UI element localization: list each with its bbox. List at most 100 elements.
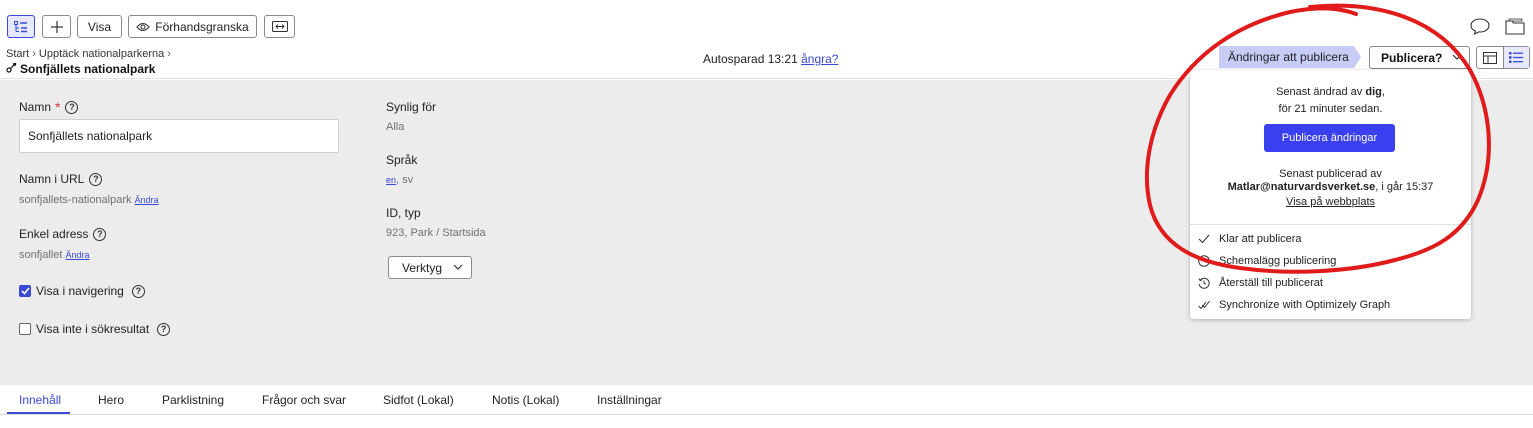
page-title-text: Sonfjällets nationalpark — [20, 62, 156, 76]
breadcrumb-item[interactable]: Start — [6, 48, 29, 60]
view-on-site-line: Visa på webbplats — [1190, 196, 1471, 208]
url-name-value: sonfjallets-nationalpark Ändra — [19, 194, 159, 206]
last-published-by: Matlar@naturvardsverket.se — [1227, 181, 1376, 193]
help-icon[interactable]: ? — [157, 322, 171, 336]
language-label-text: Språk — [386, 153, 418, 167]
name-input[interactable]: Sonfjällets nationalpark — [19, 119, 339, 153]
undo-link[interactable]: ångra? — [801, 52, 838, 66]
assets-panel-icon[interactable] — [1505, 18, 1525, 38]
compare-icon — [271, 21, 288, 32]
id-type-value: 923, Park / Startsida — [386, 227, 486, 239]
autosave-text: Autosparad 13:21 — [703, 52, 798, 66]
comments-icon[interactable] — [1470, 18, 1490, 38]
tab-innehall[interactable]: Innehåll — [19, 393, 61, 407]
name-field-label: Namn * ? — [19, 99, 79, 115]
language-label: Språk — [386, 153, 417, 167]
publish-menu: Senast ändrad av dig, för 21 minuter sed… — [1190, 70, 1471, 319]
content-tabs: Innehåll Hero Parklistning Frågor och sv… — [0, 385, 1533, 415]
last-changed-line: Senast ändrad av dig, — [1190, 86, 1471, 98]
tools-dropdown-button[interactable]: Verktyg — [388, 256, 472, 279]
visible-for-label-text: Synlig för — [386, 100, 437, 114]
breadcrumb: Start › Upptäck nationalparkerna › — [6, 48, 171, 60]
clock-icon — [1198, 255, 1210, 267]
menu-item-label: Schemalägg publicering — [1219, 255, 1337, 267]
id-type-label: ID, typ — [386, 206, 421, 220]
tab-hero[interactable]: Hero — [98, 393, 124, 407]
preview-button[interactable]: Förhandsgranska — [128, 15, 257, 38]
compare-button[interactable] — [264, 15, 295, 38]
change-url-link[interactable]: Ändra — [135, 195, 159, 205]
show-in-navigation-checkbox[interactable]: Visa i navigering ? — [19, 284, 145, 298]
checkbox-unchecked[interactable] — [19, 323, 31, 335]
help-icon[interactable]: ? — [65, 100, 79, 114]
simple-address-value-text: sonfjallet — [19, 249, 63, 261]
history-icon — [1198, 277, 1210, 289]
tab-installningar[interactable]: Inställningar — [597, 393, 662, 407]
changes-status-pill: Ändringar att publicera — [1219, 46, 1361, 68]
last-changed-by: dig — [1365, 86, 1382, 98]
layout-toggle — [1476, 46, 1530, 69]
url-name-label-text: Namn i URL — [19, 172, 85, 186]
tab-fragor-och-svar[interactable]: Frågor och svar — [262, 393, 346, 407]
simple-address-value: sonfjallet Ändra — [19, 249, 90, 261]
tools-button-label: Verktyg — [402, 260, 443, 275]
language-en-link[interactable]: en — [386, 175, 396, 185]
last-changed-time: för 21 minuter sedan. — [1278, 103, 1383, 115]
menu-item-label: Synchronize with Optimizely Graph — [1219, 299, 1391, 311]
menu-item-ready-to-publish[interactable]: Klar att publicera — [1198, 233, 1302, 245]
change-simple-address-link[interactable]: Ändra — [65, 250, 89, 260]
menu-item-label: Återställ till publicerat — [1219, 277, 1323, 289]
publish-dropdown-button[interactable]: Publicera? — [1369, 46, 1470, 69]
page-tree-toggle-button[interactable] — [7, 15, 35, 38]
preview-button-label: Förhandsgranska — [155, 19, 249, 34]
publish-changes-label: Publicera ändringar — [1281, 132, 1378, 144]
checkbox-checked[interactable] — [19, 285, 31, 297]
publish-button-label: Publicera? — [1381, 50, 1443, 65]
show-in-navigation-label: Visa i navigering — [36, 284, 124, 298]
help-icon[interactable]: ? — [93, 227, 107, 241]
page-title: Sonfjällets nationalpark — [6, 62, 155, 76]
name-input-value: Sonfjällets nationalpark — [28, 129, 153, 143]
help-icon[interactable]: ? — [131, 284, 145, 298]
tab-sidfot[interactable]: Sidfot (Lokal) — [383, 393, 454, 407]
plus-icon — [50, 20, 63, 33]
tab-parklistning[interactable]: Parklistning — [162, 393, 224, 407]
chevron-right-icon: › — [167, 48, 171, 60]
add-button[interactable] — [42, 15, 71, 38]
last-published-label: Senast publicerad av — [1279, 168, 1382, 180]
url-name-label: Namn i URL ? — [19, 172, 103, 186]
view-button-label: Visa — [87, 19, 112, 34]
last-published-line: Matlar@naturvardsverket.se, i går 15:37 — [1190, 181, 1471, 193]
chevron-down-icon — [1451, 51, 1463, 66]
hide-in-search-label: Visa inte i sökresultat — [36, 322, 150, 336]
help-icon[interactable]: ? — [89, 172, 103, 186]
menu-item-schedule-publish[interactable]: Schemalägg publicering — [1198, 255, 1336, 267]
last-changed-suffix: , — [1381, 86, 1385, 98]
language-value: en, sv — [386, 174, 413, 186]
view-button[interactable]: Visa — [77, 15, 122, 38]
breadcrumb-item[interactable]: Upptäck nationalparkerna — [39, 48, 164, 60]
tab-notis[interactable]: Notis (Lokal) — [492, 393, 559, 407]
park-page-icon — [6, 62, 17, 76]
double-check-icon — [1198, 300, 1210, 311]
page-tree-icon — [14, 20, 28, 33]
url-name-value-text: sonfjallets-nationalpark — [19, 194, 132, 206]
hide-in-search-checkbox[interactable]: Visa inte i sökresultat ? — [19, 322, 171, 336]
layout-panel-icon[interactable] — [1477, 47, 1503, 68]
chevron-right-icon: › — [32, 48, 36, 60]
menu-item-revert-to-published[interactable]: Återställ till publicerat — [1198, 277, 1323, 289]
top-toolbar: Visa Förhandsgranska — [0, 0, 1533, 44]
visible-for-label: Synlig för — [386, 100, 436, 114]
list-view-icon[interactable] — [1502, 47, 1529, 68]
publish-changes-button[interactable]: Publicera ändringar — [1264, 124, 1395, 152]
autosave-status: Autosparad 13:21 ångra? — [703, 52, 838, 66]
simple-address-label-text: Enkel adress — [19, 227, 89, 241]
last-changed-prefix: Senast ändrad av — [1276, 86, 1366, 98]
menu-item-synchronize-graph[interactable]: Synchronize with Optimizely Graph — [1198, 299, 1390, 311]
visible-for-value: Alla — [386, 121, 405, 133]
changes-status-text: Ändringar att publicera — [1228, 50, 1349, 64]
checkmark-icon — [1198, 234, 1210, 244]
view-on-site-link[interactable]: Visa på webbplats — [1286, 196, 1375, 208]
last-published-time: , i går 15:37 — [1375, 181, 1434, 193]
name-label-text: Namn — [19, 100, 52, 114]
